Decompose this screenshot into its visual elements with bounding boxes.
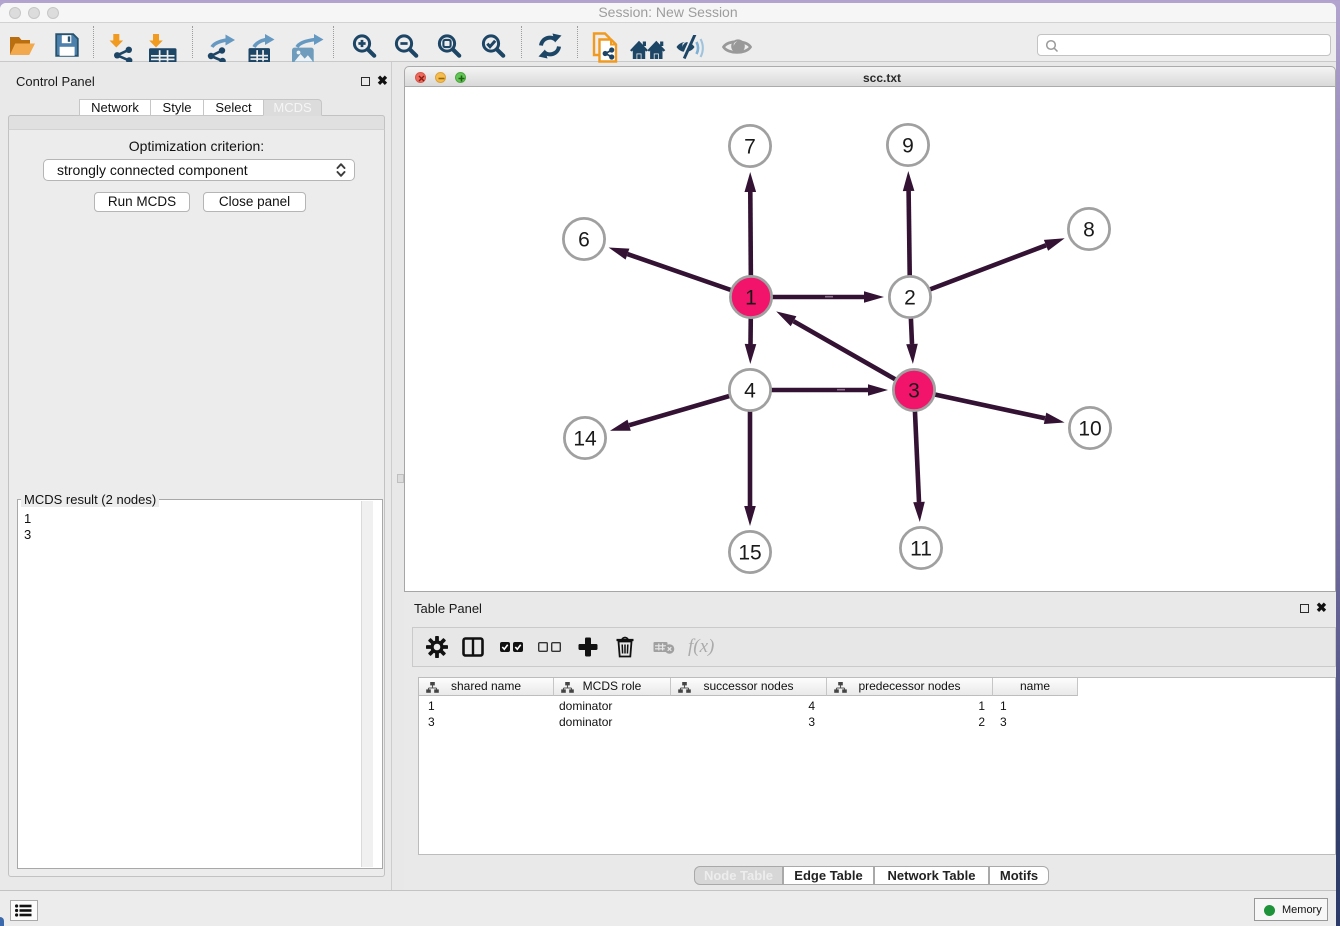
svg-text:11: 11: [910, 538, 932, 561]
svg-text:1: 1: [745, 287, 757, 310]
svg-text:2: 2: [904, 287, 916, 310]
svg-text:9: 9: [902, 135, 914, 158]
svg-text:14: 14: [573, 428, 597, 451]
svg-text:8: 8: [1083, 219, 1095, 242]
svg-text:6: 6: [578, 229, 590, 252]
svg-text:3: 3: [908, 380, 920, 403]
svg-text:15: 15: [738, 542, 761, 565]
svg-text:7: 7: [744, 136, 756, 159]
svg-text:4: 4: [744, 380, 756, 403]
svg-text:10: 10: [1078, 418, 1101, 441]
